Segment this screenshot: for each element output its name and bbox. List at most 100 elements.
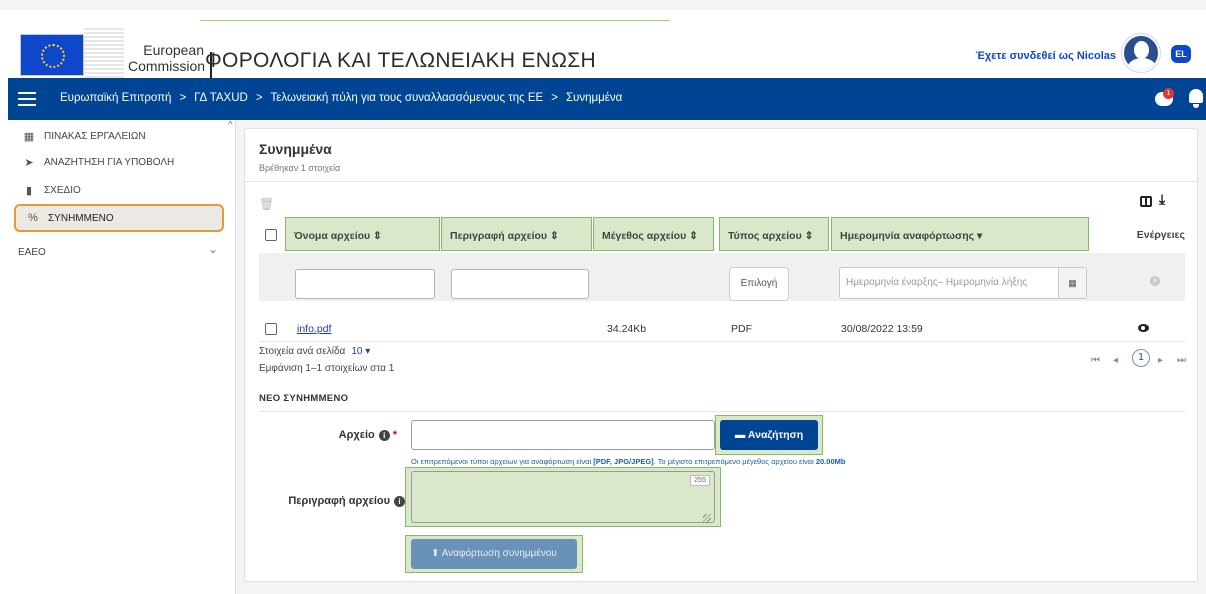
page-title: Συνημμένα bbox=[259, 141, 332, 157]
sidebar-item-eaeo[interactable]: ΕΑΕΟ ⌄ bbox=[18, 240, 228, 264]
breadcrumb-item[interactable]: ΓΔ TAXUD bbox=[194, 92, 248, 104]
filter-file-name-input[interactable] bbox=[295, 269, 435, 299]
column-header-upload-date[interactable]: Ημερομηνία αναφόρτωσης ▾ bbox=[831, 217, 1089, 251]
divider bbox=[245, 181, 1199, 182]
sidebar-item-search-submission[interactable]: ➤ ΑΝΑΖΗΤΗΣΗ ΓΙΑ ΥΠΟΒΟΛΗ bbox=[12, 150, 222, 174]
folder-icon: ▬ bbox=[734, 429, 748, 441]
column-header-size[interactable]: Μέγεθος αρχείου ⇕ bbox=[593, 217, 714, 251]
top-accent-line bbox=[200, 20, 670, 21]
file-input[interactable] bbox=[411, 420, 715, 450]
file-field-label: Αρχείο i * bbox=[285, 429, 397, 441]
upload-attachment-button[interactable]: ⬆ Αναφόρτωση συνημμένου bbox=[411, 539, 577, 569]
sidebar-item-label: ΕΑΕΟ bbox=[18, 246, 46, 258]
last-page-icon[interactable]: ⏭ bbox=[1177, 355, 1186, 366]
download-icon[interactable]: ⤓ bbox=[1159, 191, 1165, 208]
row-checkbox[interactable] bbox=[265, 323, 277, 335]
file-type-hint: Οι επιτρεπόμενοι τύποι αρχείων για αναφό… bbox=[411, 457, 845, 466]
logo-text-line2: Commission bbox=[128, 58, 206, 74]
date-range-placeholder: Ημερομηνία έναρξης– Ημερομηνία λήξης bbox=[846, 277, 1028, 288]
breadcrumb-separator: > bbox=[551, 92, 558, 104]
select-all-checkbox[interactable] bbox=[265, 229, 277, 241]
logo-stripes bbox=[84, 28, 124, 78]
description-field-label: Περιγραφή αρχείου i bbox=[265, 495, 405, 507]
column-header-type[interactable]: Τύπος αρχείου ⇕ bbox=[719, 217, 829, 251]
items-per-page-label: Στοιχεία ανά σελίδα bbox=[259, 346, 346, 357]
app-window: European Commission ΦΟΡΟΛΟΓΙΑ ΚΑΙ ΤΕΛΩΝΕ… bbox=[0, 0, 1206, 594]
char-counter: 255 bbox=[690, 475, 710, 486]
file-label-text: Αρχείο bbox=[338, 429, 375, 441]
view-eye-icon[interactable] bbox=[1138, 324, 1149, 332]
logged-in-user-text: Έχετε συνδεθεί ως Nicolas bbox=[975, 50, 1116, 62]
showing-range-text: Εμφάνιση 1–1 στοιχείων στα 1 bbox=[259, 363, 395, 374]
prev-page-icon[interactable]: ◂ bbox=[1113, 355, 1118, 366]
file-type-cell: PDF bbox=[731, 323, 752, 335]
draft-icon: ▮ bbox=[25, 184, 33, 197]
logo-text-line1: European bbox=[143, 42, 204, 58]
attachments-card: Συνημμένα Βρέθηκαν 1 στοιχεία 🗑 ⤓ Όνομα … bbox=[244, 128, 1199, 582]
sidebar-item-draft[interactable]: ▮ ΣΧΕΔΙΟ bbox=[12, 178, 222, 202]
description-label-text: Περιγραφή αρχείου bbox=[288, 495, 390, 507]
language-badge[interactable]: EL bbox=[1171, 45, 1191, 63]
column-header-actions: Ενέργειες bbox=[1136, 229, 1185, 241]
calendar-icon[interactable]: ▦ bbox=[1058, 268, 1086, 298]
resize-handle-icon[interactable] bbox=[703, 514, 711, 522]
breadcrumb-current: Συνημμένα bbox=[565, 92, 623, 104]
scroll-up-icon[interactable]: ^ bbox=[228, 120, 233, 131]
items-per-page-select[interactable]: 10 ▾ bbox=[351, 346, 370, 357]
filter-type-select[interactable]: Επιλογή bbox=[729, 267, 789, 301]
columns-toggle-icon[interactable] bbox=[1140, 196, 1152, 207]
browse-button[interactable]: ▬ Αναζήτηση bbox=[720, 420, 818, 450]
upload-date-cell: 30/08/2022 13:59 bbox=[841, 323, 923, 335]
send-icon: ➤ bbox=[24, 156, 34, 169]
browse-button-label: Αναζήτηση bbox=[747, 429, 804, 441]
chevron-down-icon: ⌄ bbox=[207, 242, 218, 256]
file-name-link[interactable]: info.pdf bbox=[297, 323, 331, 335]
sidebar-item-label: ΑΝΑΖΗΤΗΣΗ ΓΙΑ ΥΠΟΒΟΛΗ bbox=[44, 156, 175, 168]
trash-icon[interactable]: 🗑 bbox=[259, 197, 274, 211]
hint-types: [PDF, JPG/JPEG] bbox=[593, 457, 654, 466]
notification-count-badge: 1 bbox=[1163, 88, 1174, 99]
sidebar: ^ ▦ ΠΙΝΑΚΑΣ ΕΡΓΑΛΕΙΩΝ ➤ ΑΝΑΖΗΤΗΣΗ ΓΙΑ ΥΠ… bbox=[8, 120, 236, 594]
upload-icon: ⬆ bbox=[431, 548, 442, 559]
sidebar-item-attachment[interactable]: % ΣΥΝΗΜΜΕΝΟ bbox=[14, 204, 224, 232]
hint-text: Οι επιτρεπόμενοι τύποι αρχείων για αναφό… bbox=[411, 457, 594, 466]
filter-date-range[interactable]: Ημερομηνία έναρξης– Ημερομηνία λήξης ▦ bbox=[839, 267, 1087, 299]
info-icon[interactable]: i bbox=[378, 429, 390, 441]
sidebar-item-label: ΣΧΕΔΙΟ bbox=[44, 184, 81, 196]
upload-button-label: Αναφόρτωση συνημμένου bbox=[441, 548, 557, 559]
ec-logo[interactable]: European Commission bbox=[20, 28, 212, 82]
column-header-description[interactable]: Περιγραφή αρχείου ⇕ bbox=[441, 217, 592, 251]
menu-icon[interactable] bbox=[18, 92, 36, 106]
sidebar-item-label: ΠΙΝΑΚΑΣ ΕΡΓΑΛΕΙΩΝ bbox=[44, 130, 146, 142]
sidebar-item-label: ΣΥΝΗΜΜΕΝΟ bbox=[48, 212, 114, 224]
filter-description-input[interactable] bbox=[451, 269, 589, 299]
attachment-icon: % bbox=[28, 212, 38, 224]
divider bbox=[259, 341, 1185, 342]
site-header: European Commission ΦΟΡΟΛΟΓΙΑ ΚΑΙ ΤΕΛΩΝΕ… bbox=[0, 0, 1206, 82]
required-asterisk: * bbox=[392, 429, 397, 441]
results-count: Βρέθηκαν 1 στοιχεία bbox=[259, 163, 341, 173]
breadcrumb: Ευρωπαϊκή Επιτροπή > ΓΔ TAXUD > Τελωνειακή π… bbox=[60, 92, 622, 104]
sidebar-item-dashboard[interactable]: ▦ ΠΙΝΑΚΑΣ ΕΡΓΑΛΕΙΩΝ bbox=[12, 124, 222, 148]
site-title: ΦΟΡΟΛΟΓΙΑ ΚΑΙ ΤΕΛΩΝΕΙΑΚΗ ΕΝΩΣΗ bbox=[205, 49, 596, 72]
dashboard-icon: ▦ bbox=[23, 130, 35, 143]
hint-size: 20.00Mb bbox=[815, 457, 846, 466]
bell-icon[interactable] bbox=[1188, 89, 1204, 109]
breadcrumb-separator: > bbox=[255, 92, 263, 104]
first-page-icon[interactable]: ⏮ bbox=[1091, 355, 1100, 366]
column-header-file-name[interactable]: Όνομα αρχείου ⇕ bbox=[285, 217, 440, 251]
items-per-page: Στοιχεία ανά σελίδα 10 ▾ bbox=[259, 346, 370, 357]
description-textarea[interactable] bbox=[411, 471, 715, 523]
new-attachment-heading: ΝΕΟ ΣΥΝΗΜΜΕΝΟ bbox=[259, 393, 349, 404]
file-size-cell: 34.24Kb bbox=[607, 323, 647, 335]
clear-filters-icon[interactable]: × bbox=[1150, 276, 1160, 286]
messages-icon[interactable]: 1 bbox=[1153, 88, 1175, 108]
breadcrumb-item[interactable]: Ευρωπαϊκή Επιτροπή bbox=[60, 92, 171, 104]
breadcrumb-item[interactable]: Τελωνειακή πύλη για τους συναλλασσόμενου… bbox=[271, 92, 544, 104]
next-page-icon[interactable]: ▸ bbox=[1158, 355, 1163, 366]
main-content: Συνημμένα Βρέθηκαν 1 στοιχεία 🗑 ⤓ Όνομα … bbox=[236, 120, 1206, 594]
user-avatar[interactable] bbox=[1122, 34, 1160, 72]
divider bbox=[259, 411, 1185, 412]
current-page[interactable]: 1 bbox=[1132, 349, 1150, 367]
info-icon[interactable]: i bbox=[394, 495, 405, 507]
